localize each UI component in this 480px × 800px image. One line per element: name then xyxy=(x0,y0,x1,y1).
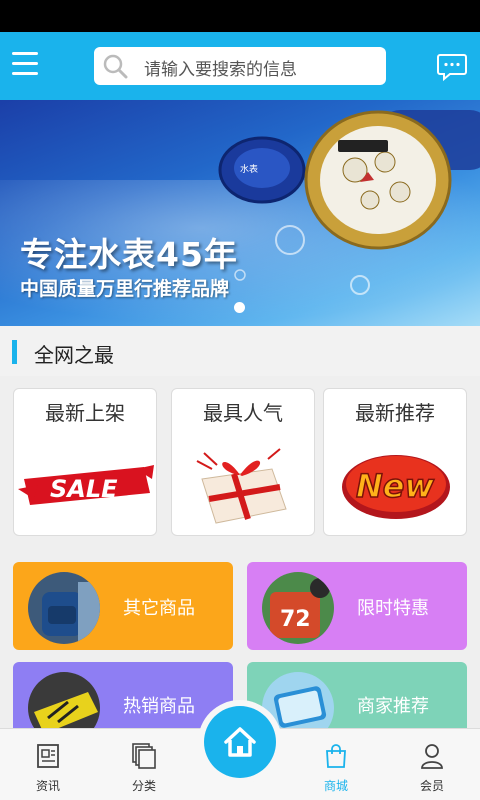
top-bar: 请输入要搜索的信息 xyxy=(0,32,480,100)
water-meter-image: 水表 xyxy=(218,110,480,295)
tab-label: 商城 xyxy=(323,779,348,793)
category-icon xyxy=(132,743,156,769)
phone-image xyxy=(262,672,334,728)
search-icon xyxy=(103,54,128,79)
tile-label: 商家推荐 xyxy=(357,696,429,717)
card-title: 最具人气 xyxy=(203,401,283,425)
new-badge: New xyxy=(342,455,450,519)
tile-hot-sale[interactable]: 热销商品 xyxy=(13,662,233,728)
section-title: 全网之最 xyxy=(34,343,114,367)
tile-label: 热销商品 xyxy=(123,696,195,717)
tile-limited-offer[interactable]: 72 限时特惠 xyxy=(247,562,467,650)
section-header: 全网之最 xyxy=(0,326,480,376)
card-title: 最新上架 xyxy=(45,401,125,425)
tab-label: 分类 xyxy=(131,779,156,793)
card-newest[interactable]: 最新上架 SALE xyxy=(13,388,157,536)
card-popular[interactable]: 最具人气 xyxy=(171,388,315,536)
status-bar xyxy=(0,0,480,32)
news-icon xyxy=(37,744,59,768)
tab-label: 会员 xyxy=(419,779,444,793)
gift-box xyxy=(196,448,287,524)
shoes-image xyxy=(28,672,100,728)
banner-subtitle: 中国质量万里行推荐品牌 xyxy=(20,278,230,300)
card-title: 最新推荐 xyxy=(355,401,435,425)
backpack-image xyxy=(28,572,100,644)
tile-label: 其它商品 xyxy=(123,598,195,619)
home-button[interactable] xyxy=(204,706,276,778)
svg-text:水表: 水表 xyxy=(240,163,258,175)
banner-title: 专注水表45年 xyxy=(20,235,238,274)
tab-mall[interactable]: 商城 xyxy=(288,729,384,800)
search-box[interactable]: 请输入要搜索的信息 xyxy=(94,47,386,85)
promo-banner[interactable]: 水表 专注水表45年 中国质量万里行推荐品牌 xyxy=(0,100,480,326)
tile-merchant-recommend[interactable]: 商家推荐 xyxy=(247,662,467,728)
member-icon xyxy=(421,744,443,769)
carousel-indicator[interactable] xyxy=(234,302,245,313)
tab-member[interactable]: 会员 xyxy=(384,729,480,800)
shopping-bag-icon xyxy=(326,744,346,768)
menu-icon[interactable] xyxy=(12,52,42,78)
jersey-image: 72 xyxy=(262,572,334,644)
home-icon xyxy=(224,727,256,757)
tile-label: 限时特惠 xyxy=(357,598,429,619)
sale-graphic: SALE xyxy=(18,465,154,505)
tab-category[interactable]: 分类 xyxy=(96,729,192,800)
svg-text:72: 72 xyxy=(280,607,311,632)
card-recommended[interactable]: 最新推荐 New xyxy=(323,388,467,536)
tab-label: 资讯 xyxy=(35,779,60,793)
search-input[interactable]: 请输入要搜索的信息 xyxy=(144,55,297,80)
tab-news[interactable]: 资讯 xyxy=(0,729,96,800)
message-icon[interactable] xyxy=(436,50,468,82)
svg-text:SALE: SALE xyxy=(50,475,118,503)
svg-text:New: New xyxy=(356,467,434,505)
tile-other-products[interactable]: 其它商品 xyxy=(13,562,233,650)
section-accent-bar xyxy=(12,340,17,364)
